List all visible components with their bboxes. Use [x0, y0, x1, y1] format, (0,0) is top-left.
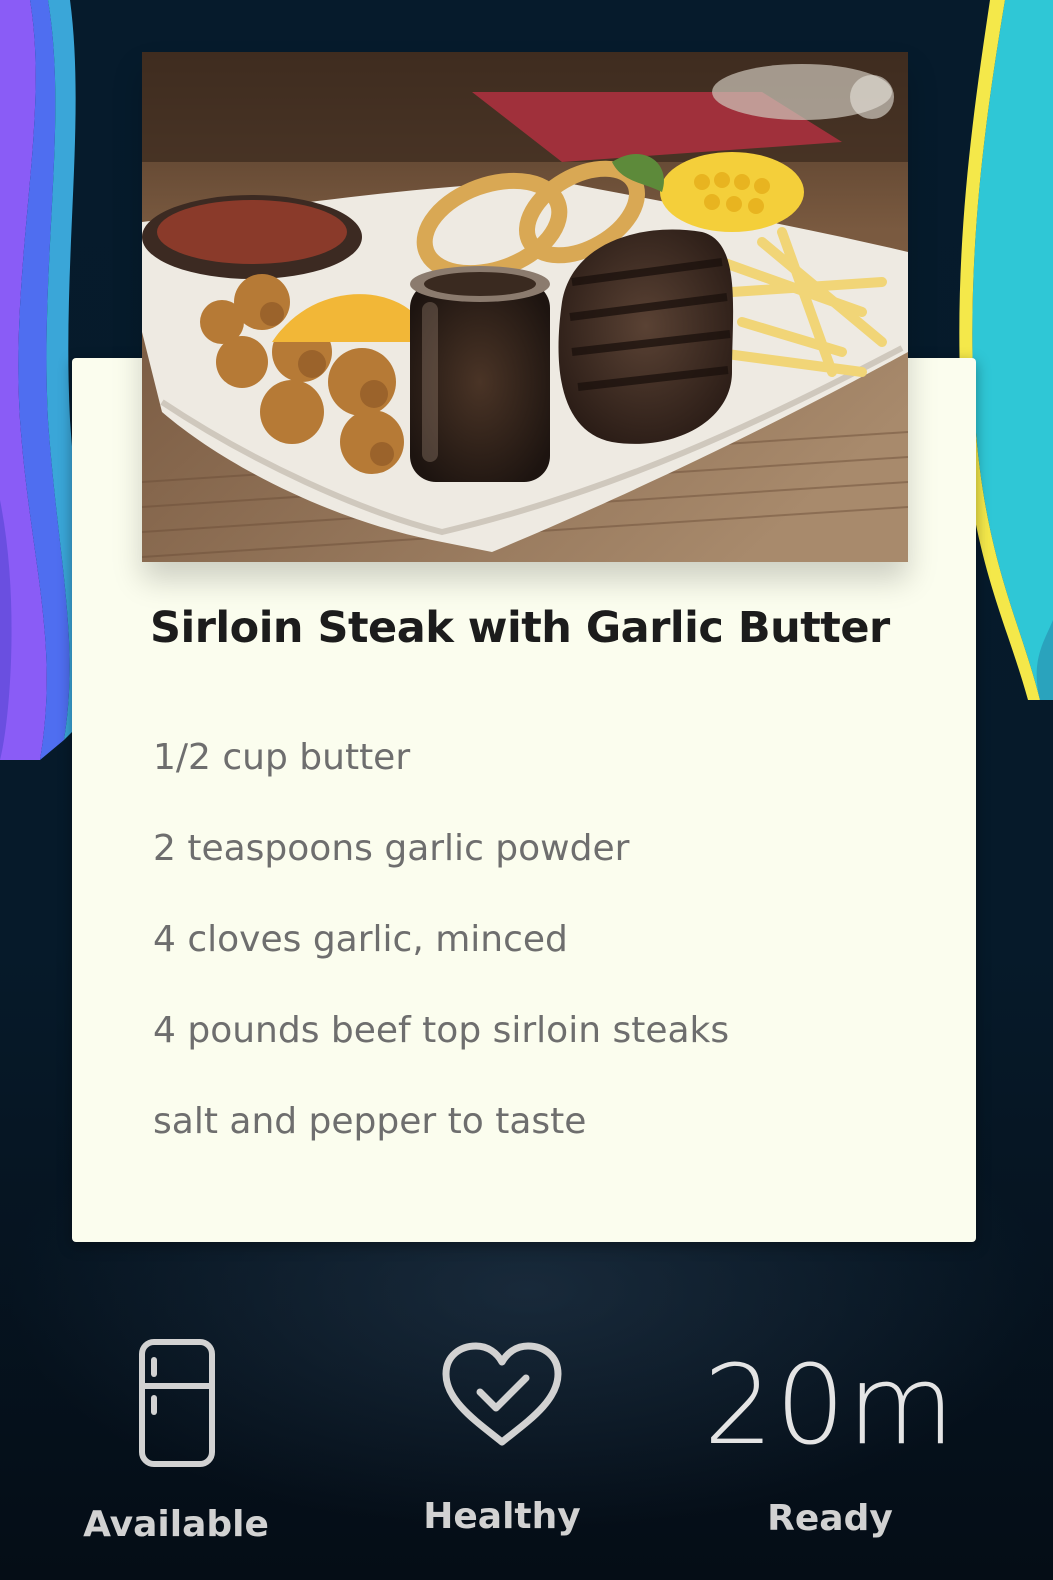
- ingredient-item: salt and pepper to taste: [153, 1101, 587, 1142]
- recipe-photo: [142, 52, 908, 562]
- stat-available-label: Available: [83, 1504, 269, 1545]
- ingredient-list: 1/2 cup butter 2 teaspoons garlic powder…: [153, 730, 729, 1185]
- ready-time-value: 20m: [703, 1341, 957, 1469]
- stat-healthy-label: Healthy: [423, 1496, 581, 1537]
- heart-check-icon: [442, 1342, 562, 1446]
- ingredient-item: 1/2 cup butter: [153, 737, 411, 778]
- ingredient-item: 4 cloves garlic, minced: [153, 919, 568, 960]
- stat-time-label: Ready: [767, 1498, 893, 1539]
- recipe-title: Sirloin Steak with Garlic Butter: [150, 603, 890, 653]
- recipe-screen: Sirloin Steak with Garlic Butter 1/2 cup…: [0, 0, 1053, 1580]
- ingredient-item: 2 teaspoons garlic powder: [153, 828, 630, 869]
- ingredient-item: 4 pounds beef top sirloin steaks: [153, 1010, 730, 1051]
- steak-plate-image: [142, 52, 908, 562]
- fridge-icon: [139, 1339, 215, 1467]
